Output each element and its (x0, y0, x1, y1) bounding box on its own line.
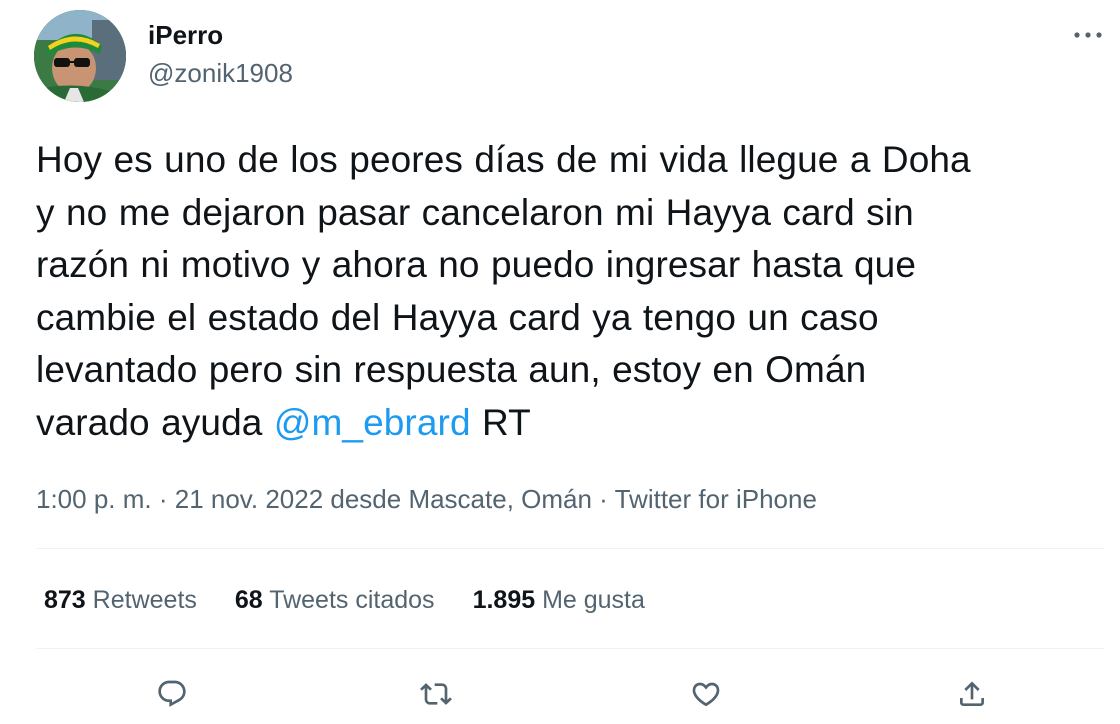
retweet-button[interactable] (414, 672, 458, 716)
tweet-source[interactable]: Twitter for iPhone (615, 484, 817, 514)
share-icon (960, 681, 984, 706)
tweet-metadata: 1:00 p. m. · 21 nov. 2022 desde Mascate,… (36, 482, 817, 516)
heart-icon (692, 682, 720, 707)
tweet-text-line: cambie el estado del Hayya card ya tengo… (36, 296, 879, 338)
tweet-text-line: levantado pero sin respuesta aun, estoy … (36, 349, 867, 390)
more-horizontal-icon (1074, 32, 1102, 38)
tweet-text-line: y no me dejaron pasar cancelaron mi Hayy… (36, 191, 914, 233)
divider (36, 648, 1104, 649)
mention-link[interactable]: @m_ebrard (274, 402, 471, 443)
tweet: iPerro @zonik1908 Hoy es uno de los peor… (0, 0, 1120, 724)
divider (36, 548, 1104, 549)
tweet-text: Hoy es uno de los peores días de mi vida… (36, 134, 1106, 449)
tweet-text-segment: RT (470, 401, 531, 443)
avatar-image (34, 10, 126, 102)
likes-stat[interactable]: 1.895 Me gusta (473, 583, 645, 617)
retweet-icon (420, 683, 452, 705)
handle[interactable]: @zonik1908 (148, 56, 293, 90)
quotes-count: 68 (234, 586, 263, 614)
tweet-time[interactable]: 1:00 p. m. (36, 484, 152, 514)
action-bar (0, 668, 1120, 718)
meta-separator: · (591, 484, 615, 514)
tweet-text-line: Hoy es uno de los peores días de mi vida… (36, 139, 971, 180)
display-name[interactable]: iPerro (148, 18, 223, 52)
retweets-label: Retweets (92, 586, 197, 614)
retweets-count: 873 (44, 586, 86, 614)
tweet-date-location[interactable]: 21 nov. 2022 desde Mascate, Omán (175, 484, 592, 514)
reply-icon (158, 680, 186, 707)
share-button[interactable] (950, 672, 994, 716)
quotes-stat[interactable]: 68 Tweets citados (235, 583, 435, 617)
tweet-text-line-last: varado ayuda @m_ebrard RT (36, 397, 1106, 450)
meta-separator: · (151, 484, 175, 514)
tweet-stats: 873 Retweets 68 Tweets citados 1.895 Me … (44, 583, 645, 617)
more-button[interactable] (1066, 18, 1110, 52)
quotes-label: Tweets citados (269, 586, 435, 614)
reply-button[interactable] (150, 672, 194, 716)
likes-count: 1.895 (472, 586, 536, 614)
tweet-text-segment: varado ayuda (36, 401, 274, 443)
retweets-stat[interactable]: 873 Retweets (44, 583, 197, 617)
likes-label: Me gusta (542, 586, 645, 614)
avatar[interactable] (34, 10, 126, 102)
tweet-text-line: razón ni motivo y ahora no puedo ingresa… (36, 244, 917, 285)
like-button[interactable] (684, 672, 728, 716)
